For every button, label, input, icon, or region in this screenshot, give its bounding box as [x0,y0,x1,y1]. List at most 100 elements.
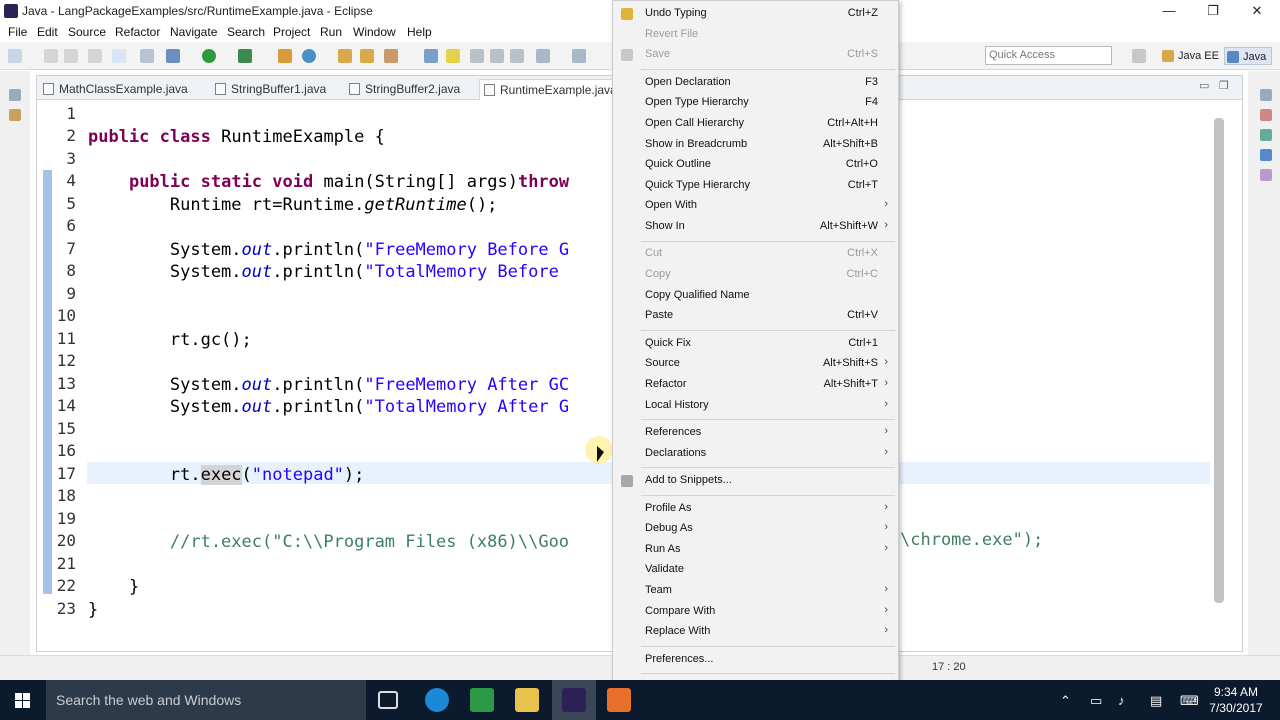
paragraph-icon[interactable] [510,49,524,63]
clock-date[interactable]: 7/30/2017 [1208,701,1264,715]
start-button[interactable] [0,680,46,720]
highlight-icon[interactable] [446,49,460,63]
task-list-icon[interactable] [1260,109,1272,121]
menu-item-copy-qualified-name[interactable]: Copy Qualified Name [613,286,898,306]
save-all-icon[interactable] [64,49,78,63]
menu-item-profile-as[interactable]: Profile As › [613,499,898,519]
skype-icon[interactable] [425,688,449,712]
app-taskbar-icon[interactable] [607,688,631,712]
run-icon[interactable] [202,49,216,63]
menu-item-open-call-hierarchy[interactable]: Open Call Hierarchy Ctrl+Alt+H [613,114,898,134]
menu-item-source[interactable]: Source Alt+Shift+S › [613,354,898,374]
menu-item-quick-type-hierarchy[interactable]: Quick Type Hierarchy Ctrl+T [613,176,898,196]
menu-item-add-to-snippets[interactable]: Add to Snippets... [613,471,898,491]
restore-icon[interactable] [9,89,21,101]
maximize-button[interactable]: ❐ [1190,0,1236,22]
annotation-icon[interactable] [424,49,438,63]
vertical-scrollbar-thumb[interactable] [1214,118,1224,603]
menu-navigate[interactable]: Navigate [170,25,217,39]
menu-item-preferences[interactable]: Preferences... [613,650,898,670]
block-selection-icon[interactable] [470,49,484,63]
search-icon[interactable] [384,49,398,63]
menu-item-refactor[interactable]: Refactor Alt+Shift+T › [613,375,898,395]
menu-item-paste[interactable]: Paste Ctrl+V [613,306,898,326]
menu-source[interactable]: Source [68,25,106,39]
open-folder-icon[interactable] [338,49,352,63]
close-button[interactable]: ✕ [1234,0,1280,22]
tab-math-class-example[interactable]: MathClassExample.java [39,79,209,100]
menu-run[interactable]: Run [320,25,342,39]
battery-icon[interactable]: ▭ [1090,693,1102,709]
code-line[interactable]: public static void main(String[] args)th… [88,172,569,192]
coverage-icon[interactable] [238,49,252,63]
code-line[interactable]: System.out.println("TotalMemory After G [88,397,569,417]
code-line[interactable]: public class RuntimeExample { [88,127,385,147]
menu-project[interactable]: Project [273,25,310,39]
action-center-icon[interactable]: ▤ [1150,693,1162,709]
code-line[interactable]: //rt.exec("C:\\Program Files (x86)\\Goo [88,532,569,552]
package-explorer-icon[interactable] [9,109,21,121]
task-view-icon[interactable] [378,691,398,709]
minimize-editor-icon[interactable]: ▭ [1199,79,1209,92]
javadoc-icon[interactable] [1260,169,1272,181]
menu-item-show-in[interactable]: Show In Alt+Shift+W › [613,217,898,237]
perspective-java[interactable]: Java [1224,47,1272,65]
menu-item-show-in-breadcrumb[interactable]: Show in Breadcrumb Alt+Shift+B [613,135,898,155]
new-java-project-icon[interactable] [278,49,292,63]
tab-string-buffer1[interactable]: StringBuffer1.java [211,79,341,100]
menu-item-team[interactable]: Team › [613,581,898,601]
print-icon[interactable] [88,49,102,63]
outline-icon[interactable] [1260,129,1272,141]
spreadsheet-icon[interactable] [470,688,494,712]
menu-item-quick-outline[interactable]: Quick Outline Ctrl+O [613,155,898,175]
show-whitespace-icon[interactable] [490,49,504,63]
code-line[interactable]: rt.exec("notepad"); [88,465,364,485]
menu-edit[interactable]: Edit [37,25,58,39]
menu-item-replace-with[interactable]: Replace With › [613,622,898,642]
back-icon[interactable] [572,49,586,63]
menu-item-open-type-hierarchy[interactable]: Open Type Hierarchy F4 [613,93,898,113]
save-icon[interactable] [44,49,58,63]
menu-help[interactable]: Help [407,25,432,39]
toggle-icon[interactable] [140,49,154,63]
menu-item-compare-with[interactable]: Compare With › [613,602,898,622]
menu-item-run-as[interactable]: Run As › [613,540,898,560]
code-line[interactable]: } [88,577,139,597]
minimize-button[interactable]: — [1146,0,1192,22]
file-explorer-icon[interactable] [515,688,539,712]
quick-access-input[interactable]: Quick Access [985,46,1112,65]
code-line[interactable]: Runtime rt=Runtime.getRuntime(); [88,195,498,215]
menu-item-quick-fix[interactable]: Quick Fix Ctrl+1 [613,334,898,354]
menu-item-validate[interactable]: Validate [613,560,898,580]
menu-window[interactable]: Window [353,25,396,39]
keyboard-icon[interactable]: ⌨ [1180,693,1199,709]
menu-item-open-declaration[interactable]: Open Declaration F3 [613,73,898,93]
menu-item-local-history[interactable]: Local History › [613,396,898,416]
clock-time[interactable]: 9:34 AM [1208,685,1264,699]
taskbar-search[interactable]: Search the web and Windows [46,680,366,720]
open-perspective-icon[interactable] [1132,49,1146,63]
new-package-icon[interactable] [302,49,316,63]
code-line[interactable]: } [88,600,98,620]
perspective-java-ee[interactable]: Java EE [1160,47,1220,65]
new-icon[interactable] [8,49,22,63]
open-type-icon[interactable] [112,49,126,63]
menu-file[interactable]: File [8,25,27,39]
chevron-up-icon[interactable]: ⌃ [1060,693,1071,709]
code-line[interactable]: System.out.println("FreeMemory After GC [88,375,569,395]
menu-item-undo-typing[interactable]: Undo Typing Ctrl+Z [613,4,898,24]
menu-item-open-with[interactable]: Open With › [613,196,898,216]
maximize-editor-icon[interactable]: ❐ [1219,79,1229,92]
menu-item-declarations[interactable]: Declarations › [613,444,898,464]
debug-icon[interactable] [166,49,180,63]
tab-string-buffer2[interactable]: StringBuffer2.java [345,79,475,100]
menu-item-references[interactable]: References › [613,423,898,443]
tab-runtime-example[interactable]: RuntimeExample.java [479,79,617,100]
code-line[interactable]: System.out.println("FreeMemory Before G [88,240,569,260]
menu-item-debug-as[interactable]: Debug As › [613,519,898,539]
next-annotation-icon[interactable] [536,49,550,63]
code-line[interactable]: rt.gc(); [88,330,252,350]
open-task-icon[interactable] [360,49,374,63]
eclipse-taskbar-icon[interactable] [562,688,586,712]
problems-icon[interactable] [1260,149,1272,161]
